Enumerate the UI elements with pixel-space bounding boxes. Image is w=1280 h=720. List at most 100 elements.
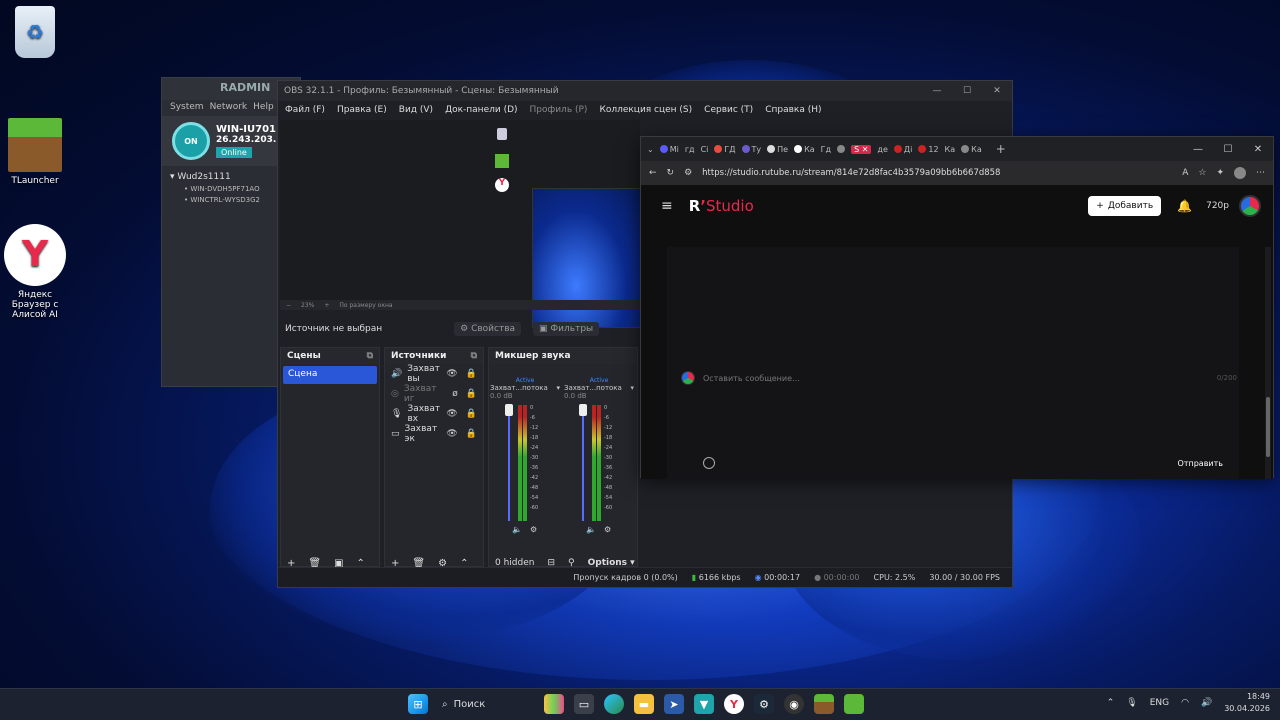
send-button[interactable]: Отправить [1178,459,1223,468]
tab-active[interactable]: S ✕ [851,144,872,154]
zoom-out-icon[interactable]: − [286,302,291,309]
yandex-browser-icon[interactable]: Y [724,694,744,714]
tab[interactable]: Сі [701,145,709,154]
maximize-icon[interactable]: ☐ [952,86,982,96]
source-item[interactable]: ▭ Захват эк 👁 🔒 [385,424,483,444]
lock-icon[interactable]: 🔒 [466,429,477,439]
folder-icon[interactable]: ▬ [634,694,654,714]
language[interactable]: ENG [1150,698,1169,708]
obs-icon[interactable]: ◉ [784,694,804,714]
menu-profile[interactable]: Профиль (P) [530,105,588,115]
new-tab-icon[interactable]: + [996,142,1006,156]
tab-list-icon[interactable]: ⌄ [647,145,654,154]
tab[interactable]: Пе [767,145,788,154]
close-icon[interactable]: ✕ [1243,144,1273,155]
eye-icon[interactable]: 👁 [446,369,457,379]
message-input[interactable]: Оставить сообщение... [703,374,800,383]
tab[interactable]: Ка [794,145,815,154]
tab[interactable]: 12 [918,145,939,154]
lock-icon[interactable]: 🔒 [466,389,477,399]
extensions-icon[interactable]: ✦ [1216,168,1224,178]
eye-icon[interactable]: 👁 [446,429,457,439]
tab[interactable]: Гд [821,145,831,154]
tab[interactable]: Ту [741,145,761,154]
scene-item[interactable]: Сцена [283,366,377,384]
minimize-icon[interactable]: — [922,86,952,96]
tab[interactable]: Ді [893,145,912,154]
eye-icon[interactable]: 👁 [446,409,457,419]
chevron-down-icon[interactable]: ▾ [556,384,560,392]
chevron-up-icon[interactable]: ⌃ [1107,698,1115,708]
star-icon[interactable]: ☆ [1198,168,1206,178]
menu-file[interactable]: Файл (F) [285,105,325,115]
back-icon[interactable]: ← [649,168,657,178]
minecraft-icon[interactable] [814,694,834,714]
wifi-icon[interactable]: ◠ [1181,698,1189,708]
add-button[interactable]: + Добавить [1088,196,1162,216]
gear-icon[interactable]: ⚙ [530,525,537,534]
power-button[interactable]: ON [172,122,210,160]
menu-scene-collection[interactable]: Коллекция сцен (S) [599,105,692,115]
menu-tools[interactable]: Сервис (T) [704,105,753,115]
fader-handle[interactable] [579,404,587,416]
properties-button[interactable]: ⚙ Свойства [454,322,522,336]
hamburger-icon[interactable]: ≡ [661,198,673,214]
volume-fader[interactable] [582,409,584,521]
more-icon[interactable]: ⋯ [1256,168,1265,178]
dock-menu-icon[interactable]: ⧉ [471,351,477,361]
maximize-icon[interactable]: ☐ [1213,144,1243,155]
bell-icon[interactable]: 🔔 [1177,199,1192,213]
gear-icon[interactable]: ⚙ [604,525,611,534]
tlauncher-shortcut[interactable]: TLauncher [0,118,70,186]
reload-icon[interactable]: ↻ [667,168,675,178]
tab[interactable]: Ка [945,145,956,154]
source-item[interactable]: 🔊 Захват вы 👁 🔒 [385,364,483,384]
steam-icon[interactable]: ⚙ [754,694,774,714]
eye-hidden-icon[interactable]: ø [452,389,458,399]
lock-icon[interactable]: 🔒 [466,369,477,379]
filters-button[interactable]: ▣ Фильтры [533,322,600,336]
tab[interactable]: ГД [714,145,736,154]
task-view-icon[interactable]: ▭ [574,694,594,714]
zoom-in-icon[interactable]: + [324,302,329,309]
resolution-label[interactable]: 720p [1206,201,1229,211]
lock-icon[interactable]: 🔒 [466,409,477,419]
menu-view[interactable]: Вид (V) [399,105,433,115]
menu-docks[interactable]: Док-панели (D) [445,105,517,115]
mic-icon[interactable]: 🎙 [1126,698,1137,708]
fader-handle[interactable] [505,404,513,416]
source-item[interactable]: ◎ Захват иг ø 🔒 [385,384,483,404]
edge-icon[interactable] [604,694,624,714]
chevron-down-icon[interactable]: ▾ [630,384,634,392]
profile-icon[interactable] [1234,167,1246,179]
menu-help[interactable]: Help [253,102,274,114]
widgets-icon[interactable] [544,694,564,714]
telegram-icon[interactable]: ➤ [664,694,684,714]
network-member[interactable]: • WINCTRL-WYSD3G2 [170,196,292,204]
minimize-icon[interactable]: — [1183,144,1213,155]
tab[interactable]: гд [685,145,695,154]
zoom-mode[interactable]: По размеру окна [339,302,392,309]
tab[interactable]: де [877,145,887,154]
volume-icon[interactable]: 🔊 [1201,698,1212,708]
close-icon[interactable]: ✕ [982,86,1012,96]
menu-edit[interactable]: Правка (E) [337,105,387,115]
radmin-icon[interactable]: ▼ [694,694,714,714]
site-info-icon[interactable]: ⚙ [684,168,692,178]
menu-system[interactable]: System [170,102,204,114]
speaker-icon[interactable]: 🔈 [586,525,596,534]
tab[interactable] [837,145,846,153]
menu-network[interactable]: Network [210,102,248,114]
tab[interactable]: Ка [961,145,982,154]
network-member[interactable]: • WIN-DVDH5PF71AO [170,185,292,193]
clock[interactable]: 18:49 30.04.2026 [1224,691,1270,715]
emoji-icon[interactable] [703,457,715,469]
source-item[interactable]: 🎙 Захват вх 👁 🔒 [385,404,483,424]
dock-menu-icon[interactable]: ⧉ [367,351,373,361]
url-field[interactable]: https://studio.rutube.ru/stream/814e72d8… [702,168,1172,178]
speaker-icon[interactable]: 🔈 [512,525,522,534]
tab[interactable]: Мі [659,145,679,154]
read-aloud-icon[interactable]: A [1182,168,1188,178]
obs-preview[interactable]: Y [280,120,642,328]
studio-logo[interactable]: R’Studio [689,197,754,215]
